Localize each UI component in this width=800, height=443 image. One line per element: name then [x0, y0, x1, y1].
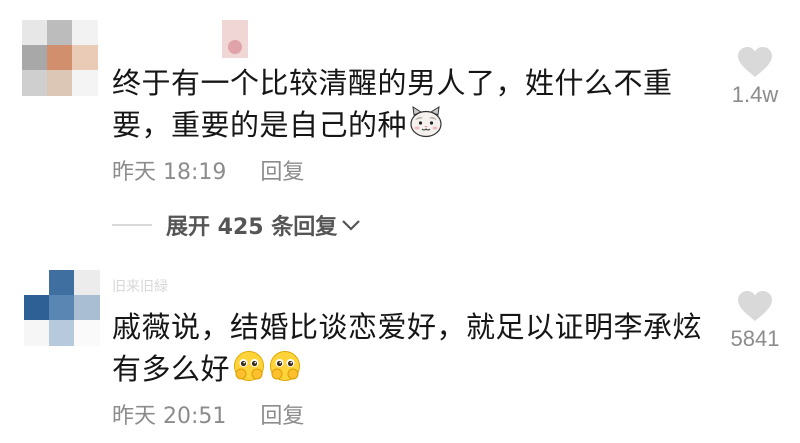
like-count: 5841: [730, 326, 780, 351]
pleading-face-hands-emoji: [268, 350, 302, 393]
comment-time: 昨天 18:19: [112, 160, 227, 185]
expand-replies-label: 展开 425 条回复: [166, 215, 338, 240]
comment-time: 昨天 20:51: [112, 404, 227, 429]
pleading-face-hands-emoji: [232, 350, 266, 393]
comment-line: 戚薇说，结婚比谈恋爱好，就足以证明李承炫: [112, 310, 703, 344]
comment-line: 有多么好: [112, 352, 231, 386]
divider-line: [112, 224, 152, 226]
heart-icon: [738, 47, 772, 77]
username-image: [222, 20, 248, 58]
comment-line: 要，重要的是自己的种: [112, 108, 408, 142]
comment-meta: 昨天 20:51 回复: [112, 398, 304, 430]
heart-icon: [738, 291, 772, 321]
username[interactable]: 旧来旧緑: [112, 276, 168, 296]
like-button[interactable]: 5841: [720, 290, 790, 352]
like-count: 1.4w: [731, 82, 779, 107]
comment-text: 戚薇说，结婚比谈恋爱好，就足以证明李承炫 有多么好: [112, 306, 712, 393]
comment-text: 终于有一个比较清醒的男人了，姓什么不重 要，重要的是自己的种: [112, 62, 712, 149]
cat-face-emoji: [409, 105, 443, 149]
chevron-down-icon: [342, 220, 361, 231]
avatar[interactable]: [22, 20, 98, 96]
comment-meta: 昨天 18:19 回复: [112, 154, 304, 186]
like-button[interactable]: 1.4w: [720, 46, 790, 108]
avatar[interactable]: [24, 270, 100, 346]
comment-line: 终于有一个比较清醒的男人了，姓什么不重: [112, 66, 673, 100]
reply-button[interactable]: 回复: [260, 160, 304, 185]
reply-button[interactable]: 回复: [260, 404, 304, 429]
expand-replies-button[interactable]: 展开 425 条回复: [112, 208, 361, 242]
